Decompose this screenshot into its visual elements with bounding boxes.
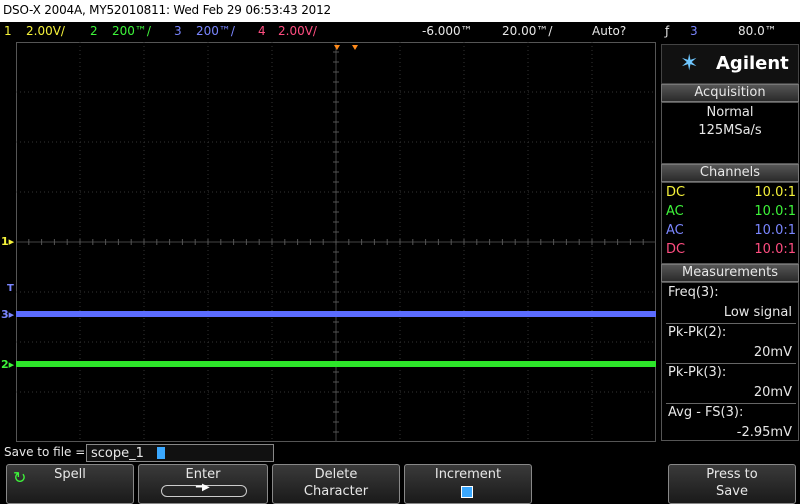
acquisition-mode: Normal <box>706 105 754 120</box>
ch1-probe: 10.0:1 <box>754 185 796 200</box>
title-bar: DSO-X 2004A, MY52010811: Wed Feb 29 06:5… <box>0 0 800 22</box>
ch2-probe: 10.0:1 <box>754 204 796 219</box>
waveform-display[interactable] <box>16 42 656 442</box>
ch3-number[interactable]: 3 <box>174 24 182 38</box>
enter-label: Enter <box>185 467 221 482</box>
measurement-value: Low signal <box>723 305 792 320</box>
measurement-label: Pk-Pk(3): <box>668 365 727 380</box>
ch4-scale[interactable]: 2.00V/ <box>278 24 317 38</box>
save-file-bar: Save to file = scope_1 <box>0 443 800 462</box>
ch3-coupling: AC <box>666 223 684 238</box>
ch2-number[interactable]: 2 <box>90 24 98 38</box>
channel-row-1[interactable]: DC 10.0:1 <box>664 185 798 201</box>
increment-softkey[interactable]: Increment <box>404 464 532 504</box>
enter-arrow-glyph: ━▶ <box>196 482 210 493</box>
text-cursor <box>157 447 165 459</box>
ch1-scale[interactable]: 2.00V/ <box>26 24 65 38</box>
ch4-coupling: DC <box>666 242 686 257</box>
enter-softkey[interactable]: Enter ━▶ <box>138 464 268 504</box>
brand-name: Agilent <box>716 53 789 74</box>
measurement-label: Freq(3): <box>668 285 719 300</box>
trigger-mode[interactable]: Auto? <box>592 24 626 38</box>
measurement-divider <box>666 323 796 324</box>
increment-label: Increment <box>434 467 502 482</box>
ch4-number[interactable]: 4 <box>258 24 266 38</box>
measurement-value: 20mV <box>753 385 792 400</box>
measurement-divider <box>666 403 796 404</box>
measurement-value: -2.95mV <box>736 425 792 440</box>
ch4-probe: 10.0:1 <box>754 242 796 257</box>
spell-label: Spell <box>54 467 86 482</box>
ch2-scale[interactable]: 200™/ <box>112 24 151 38</box>
center-axis-ticks <box>16 42 656 442</box>
measurements-section: Freq(3): Low signal Pk-Pk(2): 20mV Pk-Pk… <box>661 282 799 441</box>
filename-field[interactable]: scope_1 <box>86 444 274 462</box>
ch3-probe: 10.0:1 <box>754 223 796 238</box>
increment-indicator-icon <box>461 486 473 498</box>
delete-label-2: Character <box>303 484 369 499</box>
agilent-spark-icon: ✶ <box>680 51 699 76</box>
channels-section: DC 10.0:1 AC 10.0:1 AC 10.0:1 DC 10.0:1 <box>661 182 799 264</box>
brand-logo: ✶ Agilent <box>661 44 799 84</box>
ch1-number[interactable]: 1 <box>4 24 12 38</box>
trigger-level[interactable]: 80.0™ <box>738 24 777 38</box>
channels-header[interactable]: Channels <box>661 164 799 182</box>
save-label: Save <box>716 484 748 499</box>
ch2-coupling: AC <box>666 204 684 219</box>
graticule <box>16 42 656 442</box>
trigger-position-marker <box>334 45 340 50</box>
enter-arrow-icon: ━▶ <box>161 482 247 497</box>
delete-label: Delete <box>314 467 358 482</box>
acquisition-header[interactable]: Acquisition <box>661 84 799 102</box>
trigger-level-marker[interactable]: T <box>7 283 14 294</box>
measurement-label: Avg - FS(3): <box>668 405 744 420</box>
sample-rate: 125MSa/s <box>698 123 762 138</box>
status-bar: 1 2.00V/ 2 200™/ 3 200™/ 4 2.00V/ -6.000… <box>0 22 800 42</box>
spell-softkey[interactable]: ↻ Spell <box>6 464 134 504</box>
channel-row-2[interactable]: AC 10.0:1 <box>664 204 798 220</box>
trigger-source[interactable]: 3 <box>690 24 698 38</box>
acquisition-section: Normal 125MSa/s <box>661 102 799 164</box>
ch1-ground-marker[interactable]: 1▸ <box>1 235 14 248</box>
ch1-coupling: DC <box>666 185 686 200</box>
ch2-ground-marker[interactable]: 2▸ <box>1 358 14 371</box>
save-file-label: Save to file = <box>4 445 86 459</box>
press-to-label: Press to <box>706 467 758 482</box>
trigger-slope-icon: ƒ <box>665 24 670 38</box>
side-panel: ✶ Agilent Acquisition Normal 125MSa/s Ch… <box>659 42 800 441</box>
window-title: DSO-X 2004A, MY52010811: Wed Feb 29 06:5… <box>3 3 331 17</box>
filename-value: scope_1 <box>91 446 144 461</box>
delete-character-softkey[interactable]: Delete Character <box>272 464 400 504</box>
softkey-bar: ↻ Spell Enter ━▶ Delete Character Increm… <box>0 462 800 504</box>
ch3-ground-marker[interactable]: 3▸ <box>1 308 14 321</box>
press-to-save-softkey[interactable]: Press to Save <box>668 464 796 504</box>
channel-row-3[interactable]: AC 10.0:1 <box>664 223 798 239</box>
time-scale[interactable]: 20.00™/ <box>502 24 552 38</box>
trigger-delay-marker <box>352 45 358 50</box>
ch3-scale[interactable]: 200™/ <box>196 24 235 38</box>
measurement-label: Pk-Pk(2): <box>668 325 727 340</box>
measurement-divider <box>666 363 796 364</box>
measurements-header[interactable]: Measurements <box>661 264 799 282</box>
channel-row-4[interactable]: DC 10.0:1 <box>664 242 798 258</box>
measurement-value: 20mV <box>753 345 792 360</box>
time-offset[interactable]: -6.000™ <box>422 24 473 38</box>
